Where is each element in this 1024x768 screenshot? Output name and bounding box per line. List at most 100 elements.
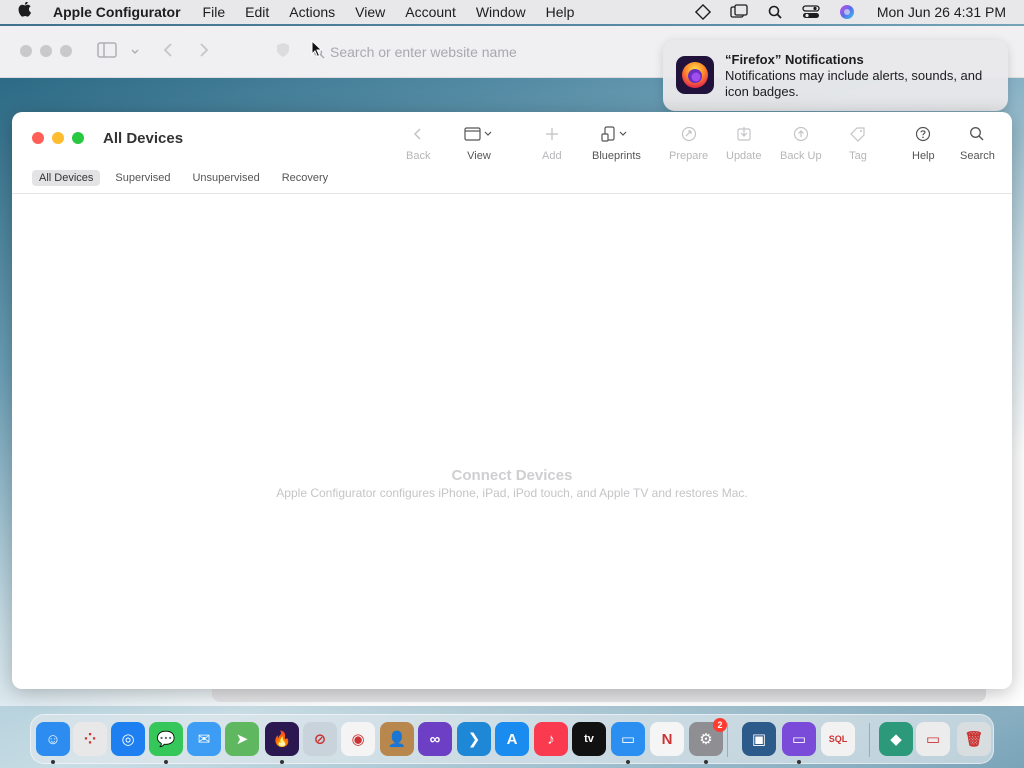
finder-icon[interactable]: ☺ [36,722,70,756]
forward-arrow-icon[interactable] [199,42,209,61]
menu-actions[interactable]: Actions [289,4,335,20]
virtualbox-icon[interactable]: ▣ [742,722,776,756]
dock-separator [727,723,728,757]
contacts-icon[interactable]: 👤 [380,722,414,756]
tag-button[interactable]: Tag [849,124,867,162]
mail-icon[interactable]: ✉ [187,722,221,756]
backup-icon [793,124,809,144]
running-indicator [797,760,801,764]
menu-view[interactable]: View [355,4,385,20]
zoom-button[interactable] [60,45,72,57]
notification-body: Notifications may include alerts, sounds… [725,68,983,99]
menu-window[interactable]: Window [476,4,526,20]
chrome-icon[interactable]: ◉ [341,722,375,756]
firefox-notification[interactable]: “Firefox” Notifications Notifications ma… [663,40,1008,111]
search-icon [969,124,985,144]
firefox-icon[interactable]: 🔥 [265,722,299,756]
visual-studio-icon[interactable]: ∞ [418,722,452,756]
menu-help[interactable]: Help [546,4,575,20]
maps-icon[interactable]: ➤ [225,722,259,756]
app-name-menu[interactable]: Apple Configurator [53,4,181,20]
tag-label: Tag [849,150,867,162]
plus-icon [545,124,559,144]
preview-icon[interactable]: ▭ [916,722,950,756]
diamond-status-icon[interactable] [693,3,713,21]
view-button[interactable]: View [464,124,494,162]
running-indicator [280,760,284,764]
apple-tv-icon[interactable]: tv [572,722,606,756]
music-icon[interactable]: ♪ [534,722,568,756]
running-indicator [164,760,168,764]
running-indicator [626,760,630,764]
minimize-button[interactable] [52,132,64,144]
zoom-button[interactable] [72,132,84,144]
prepare-label: Prepare [669,150,709,162]
privacy-shield-icon[interactable] [276,42,290,61]
view-label: View [467,150,491,162]
notification-title: “Firefox” Notifications [725,52,864,67]
window-controls [32,132,84,144]
tab-supervised[interactable]: Supervised [108,170,177,186]
chevron-left-icon [413,124,423,144]
update-button[interactable]: Update [726,124,761,162]
running-indicator [51,760,55,764]
menu-bar-clock[interactable]: Mon Jun 26 4:31 PM [877,4,1006,20]
blueprints-icon [601,124,631,144]
notification-badge: 2 [713,718,727,732]
firefox-app-icon [676,56,714,94]
update-label: Update [726,150,762,162]
menu-file[interactable]: File [203,4,226,20]
apple-configurator-window: All Devices Back View Add Blueprints Pre… [12,112,1012,689]
back-button[interactable]: Back [406,124,430,162]
empty-state-subtitle: Apple Configurator configures iPhone, iP… [276,486,748,500]
sidebar-icon[interactable] [97,42,117,61]
siri-icon[interactable] [837,4,857,20]
window-title: All Devices [103,130,184,147]
system-settings-icon[interactable]: ⚙ 2 [689,718,727,756]
add-button[interactable]: Add [542,124,562,162]
address-bar[interactable]: Search or enter website name [308,39,688,65]
menu-account[interactable]: Account [405,4,456,20]
menu-edit[interactable]: Edit [245,4,269,20]
prepare-button[interactable]: Prepare [669,124,708,162]
address-placeholder: Search or enter website name [330,44,517,60]
screen-mirroring-icon[interactable] [729,4,749,20]
update-icon [736,124,752,144]
news-icon[interactable]: N [650,722,684,756]
add-label: Add [542,150,562,162]
sql-icon[interactable]: SQL [821,722,855,756]
mouse-cursor-icon [311,39,323,63]
backup-button[interactable]: Back Up [780,124,822,162]
close-button[interactable] [32,132,44,144]
tab-recovery[interactable]: Recovery [275,170,335,186]
help-icon [915,124,931,144]
apple-configurator-icon[interactable]: ▭ [782,722,816,756]
close-button[interactable] [20,45,32,57]
spotlight-search-icon[interactable] [765,4,785,20]
tab-unsupervised[interactable]: Unsupervised [185,170,266,186]
chevron-down-icon[interactable] [130,44,140,60]
status-area: Mon Jun 26 4:31 PM [693,0,1006,24]
app-store-icon[interactable]: A [495,722,529,756]
trash-icon[interactable]: 🗑 [957,722,991,756]
back-arrow-icon[interactable] [163,42,173,61]
keynote-icon[interactable]: ▭ [611,722,645,756]
launchpad-icon[interactable]: ⁘ [73,722,107,756]
network-utility-icon[interactable]: ⊘ [303,722,337,756]
apple-menu-icon[interactable] [18,0,36,23]
backup-label: Back Up [780,150,822,162]
safari-icon[interactable]: ◎ [111,722,145,756]
blueprints-button[interactable]: Blueprints [592,124,641,162]
minimize-button[interactable] [40,45,52,57]
search-button[interactable]: Search [960,124,995,162]
tab-all-devices[interactable]: All Devices [32,170,101,186]
control-center-icon[interactable] [801,4,821,20]
network-icon[interactable]: ◆ [879,722,913,756]
help-label: Help [912,150,935,162]
search-label: Search [960,150,995,162]
blueprints-label: Blueprints [592,150,641,162]
device-filter-tabs: All Devices Supervised Unsupervised Reco… [32,170,335,186]
messages-icon[interactable]: 💬 [149,722,183,756]
vscode-icon[interactable]: ❯ [457,722,491,756]
help-button[interactable]: Help [912,124,935,162]
